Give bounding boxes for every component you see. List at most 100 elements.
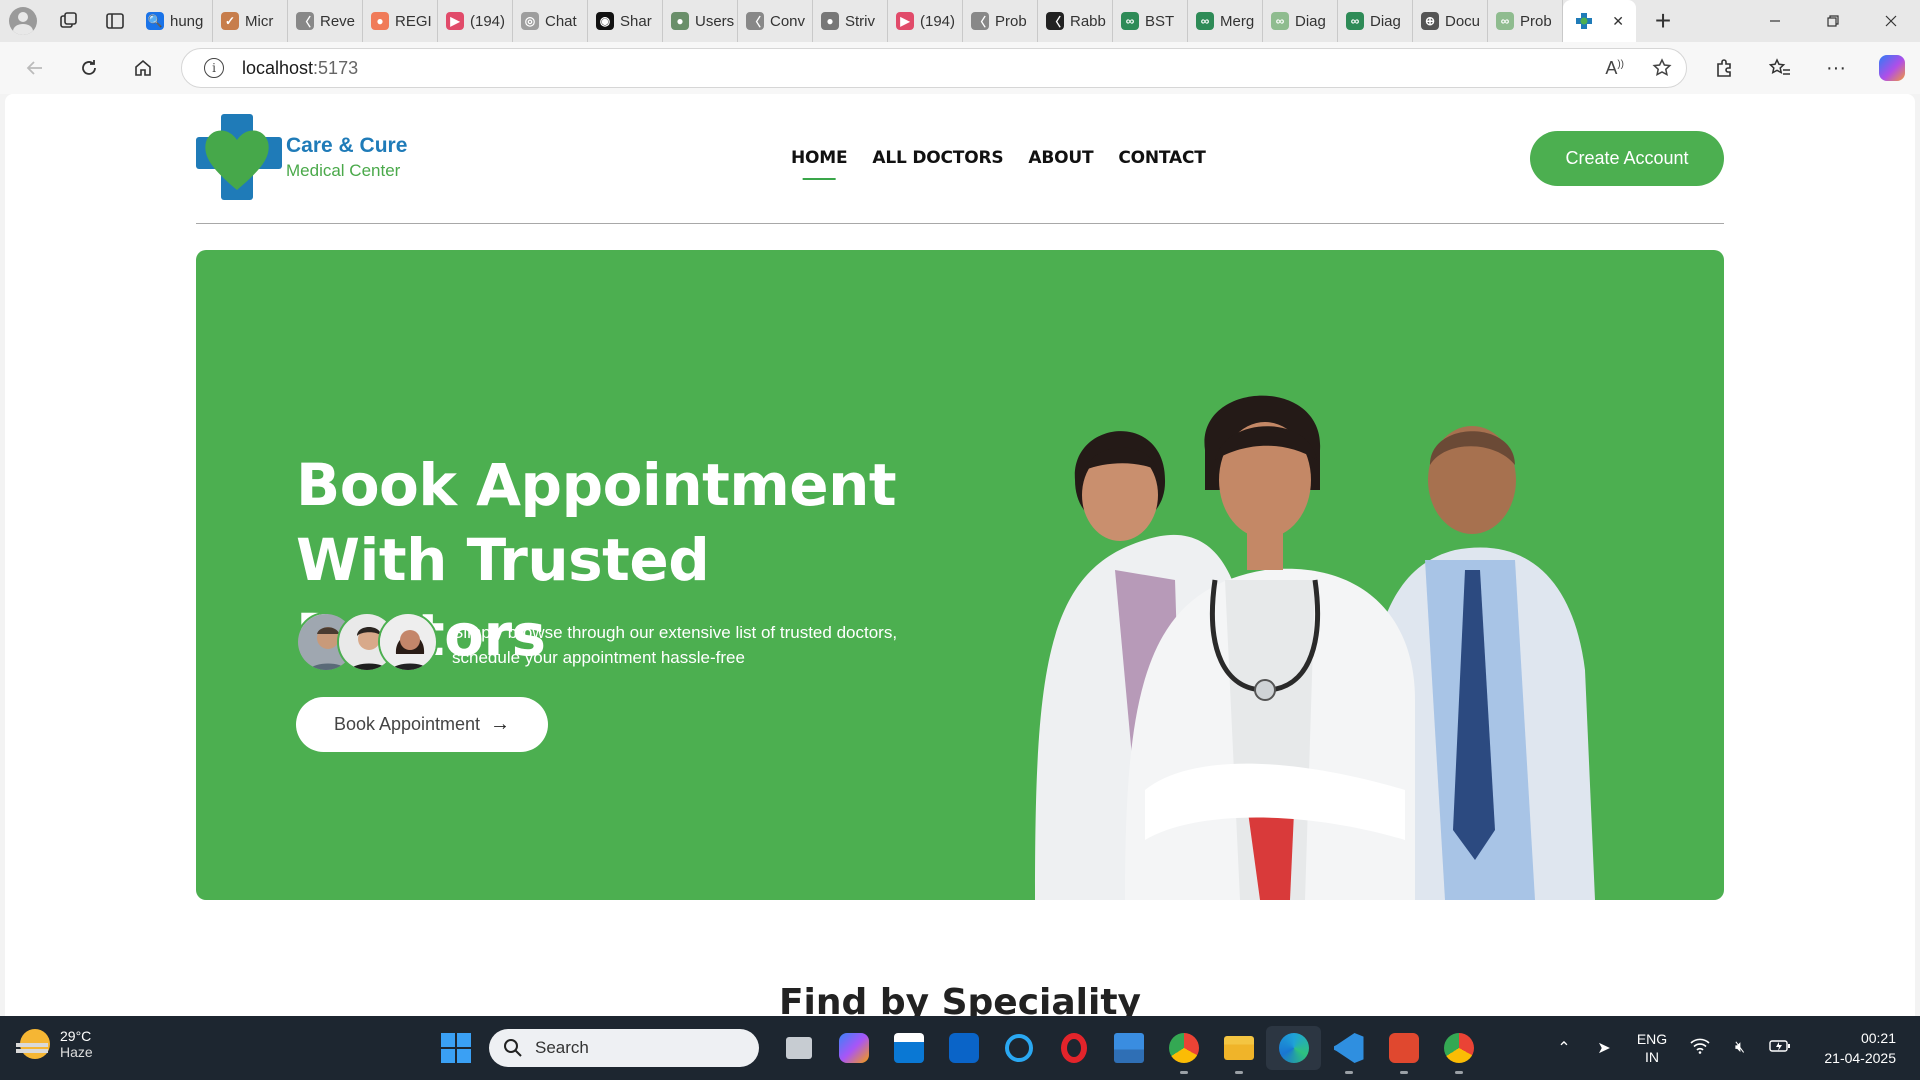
browser-tab[interactable]: ● Striv — [813, 0, 888, 42]
tab-label: hung — [170, 12, 204, 30]
site-navbar: Care & Cure Medical Center HOME ALL DOCTO… — [196, 94, 1724, 224]
browser-tab-strip: 🔍 hung ✓ Micr 〈 Reve ● REGI ▶ (194) ◎ Chat ◉ Shar ● Use… — [0, 0, 1920, 42]
browser-tab[interactable]: ▶ (194) — [888, 0, 963, 42]
language-indicator[interactable]: ENG IN — [1624, 1030, 1680, 1066]
create-account-button[interactable]: Create Account — [1530, 131, 1724, 186]
chrome-dev-icon[interactable] — [1431, 1026, 1486, 1074]
browser-tab[interactable]: 〈 Rabb — [1038, 0, 1113, 42]
browser-tab[interactable]: ▶ (194) — [438, 0, 513, 42]
minimize-button[interactable] — [1746, 0, 1804, 42]
close-window-button[interactable] — [1862, 0, 1920, 42]
tab-favicon-icon: ▶ — [446, 12, 464, 30]
microsoft-store-icon[interactable] — [881, 1026, 936, 1070]
workspaces-icon — [60, 12, 77, 28]
windows-start-icon[interactable] — [441, 1033, 471, 1063]
profile-button[interactable] — [0, 0, 46, 42]
browser-tab[interactable]: ● Users — [663, 0, 738, 42]
browser-tab[interactable]: ✓ Micr — [213, 0, 288, 42]
photos-icon[interactable] — [1101, 1026, 1156, 1070]
vertical-tabs-button[interactable] — [92, 0, 138, 42]
edge-icon[interactable] — [1266, 1026, 1321, 1070]
nav-link-contact[interactable]: CONTACT — [1118, 148, 1205, 168]
site-logo[interactable]: Care & Cure Medical Center — [196, 112, 407, 202]
copilot-app-icon[interactable] — [826, 1026, 881, 1070]
hero-description: Simply browse through our extensive list… — [452, 623, 898, 667]
avatar — [378, 612, 438, 672]
tab-favicon-icon: ● — [821, 12, 839, 30]
more-options-button[interactable]: ··· — [1808, 42, 1864, 94]
hero-banner: Book Appointment With Trusted Doctors Si… — [196, 250, 1724, 900]
nav-link-about[interactable]: ABOUT — [1028, 148, 1093, 168]
tab-label: Reve — [320, 12, 356, 30]
browser-tab[interactable]: ∞ Prob — [1488, 0, 1563, 42]
volume-muted-icon[interactable]: 🔇︎ — [1720, 1039, 1760, 1057]
office-app-icon[interactable] — [1376, 1026, 1431, 1074]
browser-tab[interactable]: ∞ Merg — [1188, 0, 1263, 42]
clock[interactable]: 00:21 21-04-2025 — [1800, 1028, 1920, 1068]
browser-tab[interactable]: ⊕ Docu — [1413, 0, 1488, 42]
logo-cross-heart-icon — [196, 112, 286, 202]
wifi-icon[interactable] — [1680, 1038, 1720, 1059]
restore-button[interactable] — [1804, 0, 1862, 42]
nav-link-all-doctors[interactable]: ALL DOCTORS — [872, 148, 1003, 168]
ellipsis-icon: ··· — [1826, 56, 1846, 79]
medical-cross-favicon-icon — [1575, 12, 1593, 30]
browser-tab[interactable]: ◎ Chat — [513, 0, 588, 42]
taskbar-search[interactable]: Search — [489, 1029, 759, 1067]
cortana-ring-icon[interactable] — [991, 1026, 1046, 1070]
tab-favicon-icon: ∞ — [1196, 12, 1214, 30]
back-button[interactable] — [8, 42, 62, 94]
file-explorer-icon[interactable] — [1211, 1026, 1266, 1074]
site-info-icon[interactable]: i — [204, 58, 224, 78]
battery-icon[interactable] — [1760, 1039, 1800, 1058]
page-viewport: Care & Cure Medical Center HOME ALL DOCTO… — [5, 94, 1915, 1016]
profile-icon — [9, 7, 37, 35]
opera-icon[interactable] — [1046, 1026, 1101, 1070]
outlook-icon[interactable] — [936, 1026, 991, 1070]
favorites-list-icon — [1769, 58, 1790, 75]
copilot-icon — [1879, 55, 1905, 81]
new-tab-button[interactable]: + — [1636, 0, 1690, 42]
favorites-button[interactable] — [1752, 42, 1808, 94]
chrome-icon[interactable] — [1156, 1026, 1211, 1074]
browser-tab[interactable]: ∞ Diag — [1263, 0, 1338, 42]
logo-title: Care & Cure — [286, 133, 408, 157]
arrow-right-icon: → — [490, 713, 511, 735]
tab-label: REGI — [395, 12, 432, 30]
task-view-icon[interactable] — [771, 1026, 826, 1070]
browser-tab[interactable]: ◉ Shar — [588, 0, 663, 42]
address-bar[interactable]: i localhost:5173 A)) — [181, 48, 1687, 88]
browser-tab[interactable]: ● REGI — [363, 0, 438, 42]
refresh-icon — [82, 60, 96, 75]
read-aloud-icon[interactable]: A)) — [1605, 58, 1624, 79]
location-arrow-icon[interactable]: ➤ — [1584, 1038, 1624, 1058]
tab-label: (194) — [920, 12, 956, 30]
nav-link-home[interactable]: HOME — [791, 148, 848, 168]
vscode-icon[interactable] — [1321, 1026, 1376, 1074]
browser-tab[interactable]: ∞ BST — [1113, 0, 1188, 42]
browser-tab[interactable]: 〈 Conv — [738, 0, 813, 42]
tab-active[interactable]: ✕ — [1563, 0, 1636, 42]
book-appointment-button[interactable]: Book Appointment → — [296, 697, 548, 752]
weather-widget[interactable]: 29°C Haze — [16, 1028, 93, 1060]
extensions-button[interactable] — [1696, 42, 1752, 94]
browser-tab[interactable]: ∞ Diag — [1338, 0, 1413, 42]
copilot-button[interactable] — [1864, 42, 1920, 94]
browser-tab[interactable]: 〈 Prob — [963, 0, 1038, 42]
favorite-star-icon[interactable] — [1652, 58, 1672, 78]
search-icon — [504, 1039, 522, 1057]
home-button[interactable] — [116, 42, 170, 94]
logo-subtitle: Medical Center — [286, 160, 401, 180]
tab-label: Diag — [1295, 12, 1326, 30]
workspaces-button[interactable] — [46, 0, 92, 42]
chevron-up-icon[interactable]: ⌃ — [1544, 1038, 1584, 1058]
url-text: localhost:5173 — [242, 57, 359, 78]
browser-tab[interactable]: 〈 Reve — [288, 0, 363, 42]
puzzle-icon — [1717, 59, 1731, 77]
tab-label: Chat — [545, 12, 577, 30]
refresh-button[interactable] — [62, 42, 116, 94]
close-tab-icon[interactable]: ✕ — [1612, 13, 1624, 30]
browser-tab[interactable]: 🔍 hung — [138, 0, 213, 42]
tab-favicon-icon: ● — [371, 12, 389, 30]
minimize-icon — [1770, 20, 1780, 22]
